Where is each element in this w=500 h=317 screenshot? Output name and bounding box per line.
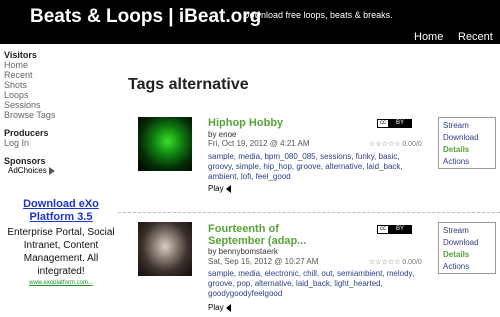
actions-link[interactable]: Actions xyxy=(443,261,495,273)
track-actions-box: Stream Download Details Actions xyxy=(438,117,496,169)
play-label: Play xyxy=(208,184,224,193)
sidebar-heading-visitors: Visitors xyxy=(4,50,37,60)
cc-license-badge[interactable]: cc BY xyxy=(377,119,412,128)
adchoices-link[interactable]: AdChoices xyxy=(8,166,114,176)
sidebar-heading-producers: Producers xyxy=(4,128,49,138)
page-title: Tags alternative xyxy=(128,76,249,93)
play-button[interactable]: Play xyxy=(208,184,231,193)
sidebar-link-home[interactable]: Home xyxy=(4,60,114,70)
speaker-icon xyxy=(225,303,231,312)
track-title[interactable]: Hiphop Hobby xyxy=(208,117,338,129)
stream-link[interactable]: Stream xyxy=(443,225,495,237)
sidebar-link-shots[interactable]: Shots xyxy=(4,80,114,90)
sidebar: Visitors Home Recent Shots Loops Session… xyxy=(4,48,114,176)
play-label: Play xyxy=(208,303,224,312)
track-author[interactable]: by enoe xyxy=(208,130,236,139)
cc-license-icon: cc xyxy=(378,226,389,233)
adchoices-icon xyxy=(48,167,55,175)
track-rating[interactable]: ☆☆☆☆☆ 0.00/0 xyxy=(369,140,422,148)
track-actions-box: Stream Download Details Actions xyxy=(438,222,496,274)
track-date: Fri, Oct 19, 2012 @ 4:21 AM xyxy=(208,139,310,148)
track-thumbnail[interactable] xyxy=(138,222,192,276)
cc-license-icon: cc xyxy=(378,120,389,127)
cc-license-badge[interactable]: cc BY xyxy=(377,225,412,234)
details-link[interactable]: Details xyxy=(443,144,495,156)
nav-home[interactable]: Home xyxy=(414,31,443,43)
sidebar-link-loops[interactable]: Loops xyxy=(4,90,114,100)
ad-text: Enterprise Portal, Social Intranet, Cont… xyxy=(7,227,115,277)
play-button[interactable]: Play xyxy=(208,303,231,312)
sidebar-link-sessions[interactable]: Sessions xyxy=(4,100,114,110)
site-tagline: Download free loops, beats & breaks. xyxy=(243,10,393,20)
download-link[interactable]: Download xyxy=(443,132,495,144)
cc-license-type: BY xyxy=(389,226,411,233)
track-item: Hiphop Hobby by enoe Fri, Oct 19, 2012 @… xyxy=(118,111,500,205)
track-rating[interactable]: ☆☆☆☆☆ 0.00/0 xyxy=(369,258,422,266)
sidebar-link-browse-tags[interactable]: Browse Tags xyxy=(4,110,114,120)
actions-link[interactable]: Actions xyxy=(443,156,495,168)
ad-title[interactable]: Download eXo Platform 3.5 xyxy=(4,198,118,224)
track-title[interactable]: Fourteenth of September (adap... xyxy=(208,223,328,247)
details-link[interactable]: Details xyxy=(443,249,495,261)
download-link[interactable]: Download xyxy=(443,237,495,249)
cc-license-type: BY xyxy=(389,120,411,127)
site-title[interactable]: Beats & Loops | iBeat.org xyxy=(30,6,261,28)
ad-url[interactable]: www.exoplatform.com... xyxy=(4,280,118,286)
track-tags[interactable]: sample, media, bpm_080_085, sessions, fu… xyxy=(208,152,418,182)
site-header: Beats & Loops | iBeat.org Download free … xyxy=(0,0,500,44)
nav-recent[interactable]: Recent xyxy=(458,31,493,43)
adchoices-label: AdChoices xyxy=(8,166,47,175)
track-tags[interactable]: sample, media, electronic, chill, out, s… xyxy=(208,269,418,299)
track-thumbnail[interactable] xyxy=(138,117,192,171)
track-item: Fourteenth of September (adap... by benn… xyxy=(118,212,500,317)
sidebar-heading-sponsors: Sponsors xyxy=(4,156,46,166)
sidebar-link-recent[interactable]: Recent xyxy=(4,70,114,80)
stream-link[interactable]: Stream xyxy=(443,120,495,132)
track-author[interactable]: by bennybomstaerk xyxy=(208,247,278,256)
sponsor-ad[interactable]: Download eXo Platform 3.5 Enterprise Por… xyxy=(4,198,118,286)
speaker-icon xyxy=(225,184,231,193)
sidebar-link-login[interactable]: Log In xyxy=(4,138,114,148)
track-date: Sat, Sep 15, 2012 @ 10:27 AM xyxy=(208,257,319,266)
